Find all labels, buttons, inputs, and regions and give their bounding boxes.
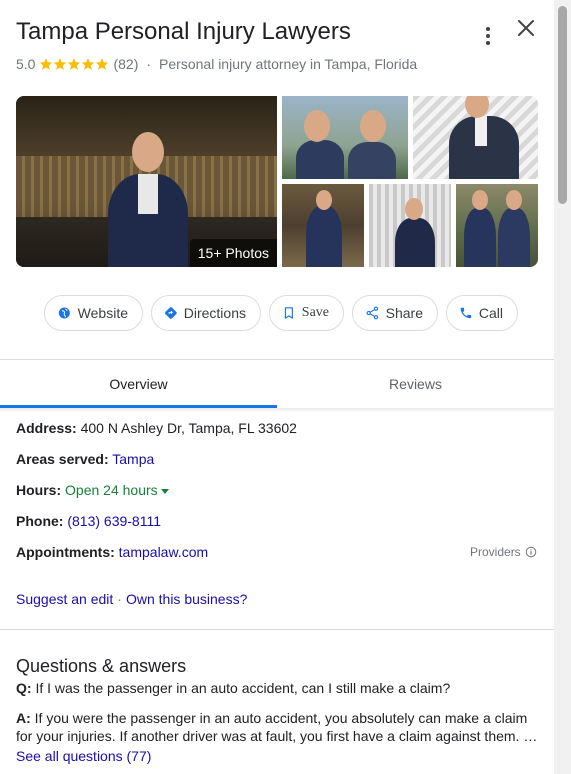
question-text: If I was the passenger in an auto accide…: [35, 680, 451, 696]
main-photo[interactable]: 15+ Photos: [16, 96, 277, 267]
suggest-edit-link[interactable]: Suggest an edit: [16, 591, 113, 607]
areas-served-label: Areas served:: [16, 451, 109, 467]
address-row: Address: 400 N Ashley Dr, Tampa, FL 3360…: [16, 420, 297, 436]
phone-icon: [460, 307, 472, 319]
photo-thumbnail[interactable]: [282, 96, 408, 179]
scrollbar-thumb[interactable]: [558, 6, 567, 204]
areas-served-row: Areas served: Tampa: [16, 451, 154, 467]
star-icon: [54, 58, 67, 70]
separator-dot: ·: [146, 56, 152, 72]
qa-heading: Questions & answers: [16, 656, 187, 676]
phone-row: Phone: (813) 639-8111: [16, 513, 161, 529]
providers-label: Providers: [470, 545, 521, 559]
website-button[interactable]: Website: [44, 295, 143, 331]
place-panel: Tampa Personal Injury Lawyers 5.0 (82) ·…: [0, 0, 554, 774]
hours-row: Hours: Open 24 hours: [16, 482, 169, 498]
more-options-icon[interactable]: [478, 24, 498, 48]
own-business-link[interactable]: Own this business?: [126, 591, 247, 607]
address-value[interactable]: 400 N Ashley Dr, Tampa, FL 33602: [81, 420, 297, 436]
star-icon: [68, 58, 81, 70]
share-button[interactable]: Share: [352, 295, 438, 331]
areas-served-link[interactable]: Tampa: [112, 451, 154, 467]
answer-label: A:: [16, 710, 31, 726]
star-icon: [96, 58, 109, 70]
photo-thumbnail[interactable]: [282, 184, 364, 267]
appointments-label: Appointments:: [16, 544, 115, 560]
divider: [0, 629, 554, 630]
caret-down-icon[interactable]: [160, 488, 169, 494]
save-label: Save: [301, 305, 329, 320]
photo-thumbnail[interactable]: [369, 184, 451, 267]
star-icon: [82, 58, 95, 70]
website-label: Website: [77, 305, 128, 321]
phone-link[interactable]: (813) 639-8111: [67, 513, 161, 529]
photo-thumbnail[interactable]: [456, 184, 538, 267]
photo-thumbnail[interactable]: [413, 96, 538, 179]
address-label: Address:: [16, 420, 77, 436]
question-label: Q:: [16, 680, 32, 696]
suggest-row: Suggest an edit · Own this business?: [16, 591, 247, 607]
info-icon: [525, 546, 536, 558]
rating-stars: [39, 57, 109, 71]
tab-bar: Overview Reviews: [0, 360, 554, 408]
close-icon[interactable]: [514, 16, 538, 40]
providers-info[interactable]: Providers: [470, 545, 537, 559]
star-icon: [40, 58, 53, 70]
tabs-shadow: [0, 408, 554, 413]
qa-question: Q: If I was the passenger in an auto acc…: [16, 680, 450, 696]
bookmark-icon: [284, 307, 293, 319]
qa-answer: A: If you were the passenger in an auto …: [16, 709, 540, 745]
photo-count-label: 15+ Photos: [189, 239, 277, 267]
directions-label: Directions: [183, 305, 246, 321]
globe-icon: [58, 307, 70, 319]
see-all-questions-link[interactable]: See all questions (77): [16, 748, 151, 764]
appointments-row: Appointments: tampalaw.com: [16, 544, 208, 560]
directions-button[interactable]: Directions: [151, 295, 261, 331]
scrollbar[interactable]: [554, 0, 571, 774]
rating-row: 5.0 (82) · Personal injury attorney in T…: [16, 56, 417, 72]
answer-text: If you were the passenger in an auto acc…: [16, 710, 538, 744]
place-title: Tampa Personal Injury Lawyers: [16, 18, 351, 45]
call-button[interactable]: Call: [446, 295, 518, 331]
place-category: Personal injury attorney in Tampa, Flori…: [159, 56, 418, 72]
share-label: Share: [385, 305, 423, 321]
phone-label: Phone:: [16, 513, 64, 529]
tab-overview[interactable]: Overview: [0, 360, 277, 408]
separator-dot: ·: [117, 591, 122, 607]
call-label: Call: [478, 305, 503, 321]
save-button[interactable]: Save: [269, 295, 344, 331]
directions-icon: [165, 307, 177, 319]
hours-value[interactable]: Open 24 hours: [65, 482, 158, 498]
tab-reviews[interactable]: Reviews: [277, 360, 554, 408]
share-icon: [366, 306, 379, 320]
review-count[interactable]: (82): [113, 56, 138, 72]
rating-score: 5.0: [16, 56, 36, 72]
appointments-link[interactable]: tampalaw.com: [119, 544, 208, 560]
hours-label: Hours:: [16, 482, 62, 498]
action-buttons: Website Directions Save Share Call: [44, 295, 518, 331]
